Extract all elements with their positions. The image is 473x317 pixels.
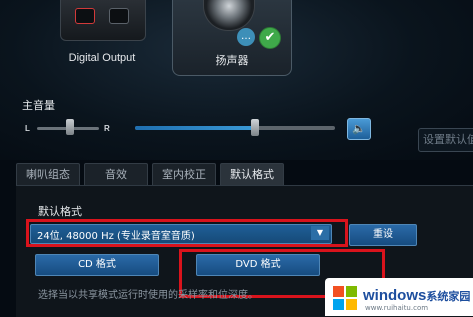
volume-slider-thumb[interactable] bbox=[251, 119, 259, 136]
format-hint-text: 选择当以共享模式运行时使用的采样率和位深度。 bbox=[38, 290, 258, 301]
check-icon: ✔ bbox=[259, 27, 281, 49]
device-label: Digital Output bbox=[68, 52, 136, 64]
reset-button[interactable]: 重设 bbox=[349, 224, 417, 246]
default-format-label: 默认格式 bbox=[38, 205, 82, 218]
digital-output-icon bbox=[60, 0, 146, 41]
watermark-brand: windows bbox=[363, 287, 427, 304]
balance-right-label: R bbox=[104, 124, 110, 133]
cd-format-button[interactable]: CD 格式 bbox=[35, 254, 159, 276]
watermark-text: windows系统家园 bbox=[363, 287, 470, 304]
tab-room-calibration[interactable]: 室内校正 bbox=[152, 163, 216, 186]
watermark-badge: windows系统家园 www.ruihaitu.com bbox=[325, 278, 473, 316]
tab-speaker-config[interactable]: 喇叭组态 bbox=[16, 163, 80, 186]
balance-left-label: L bbox=[25, 124, 30, 133]
speaker-icon bbox=[203, 0, 255, 31]
balance-slider-thumb[interactable] bbox=[66, 119, 74, 135]
jack-icon bbox=[75, 8, 95, 24]
set-default-button[interactable]: 设置默认值 bbox=[418, 128, 473, 152]
windows-logo-icon bbox=[333, 286, 357, 310]
tab-default-format[interactable]: 默认格式 bbox=[220, 163, 284, 186]
volume-icon: 🔈 bbox=[352, 122, 366, 135]
chat-icon: … bbox=[237, 28, 255, 46]
volume-slider[interactable] bbox=[135, 126, 335, 130]
watermark-suffix: 系统家园 bbox=[426, 291, 471, 303]
highlight-box-select bbox=[26, 219, 348, 247]
jack-icon bbox=[109, 8, 129, 24]
watermark-url: www.ruihaitu.com bbox=[365, 304, 429, 312]
master-volume-label: 主音量 bbox=[22, 99, 55, 112]
volume-fill bbox=[135, 126, 255, 130]
speaker-mute-button[interactable]: 🔈 bbox=[347, 118, 371, 140]
device-digital-output[interactable]: Digital Output bbox=[42, 0, 162, 75]
tab-effects[interactable]: 音效 bbox=[84, 163, 148, 186]
device-speaker[interactable]: … ✔ 扬声器 bbox=[172, 0, 292, 76]
device-label: 扬声器 bbox=[215, 54, 249, 67]
